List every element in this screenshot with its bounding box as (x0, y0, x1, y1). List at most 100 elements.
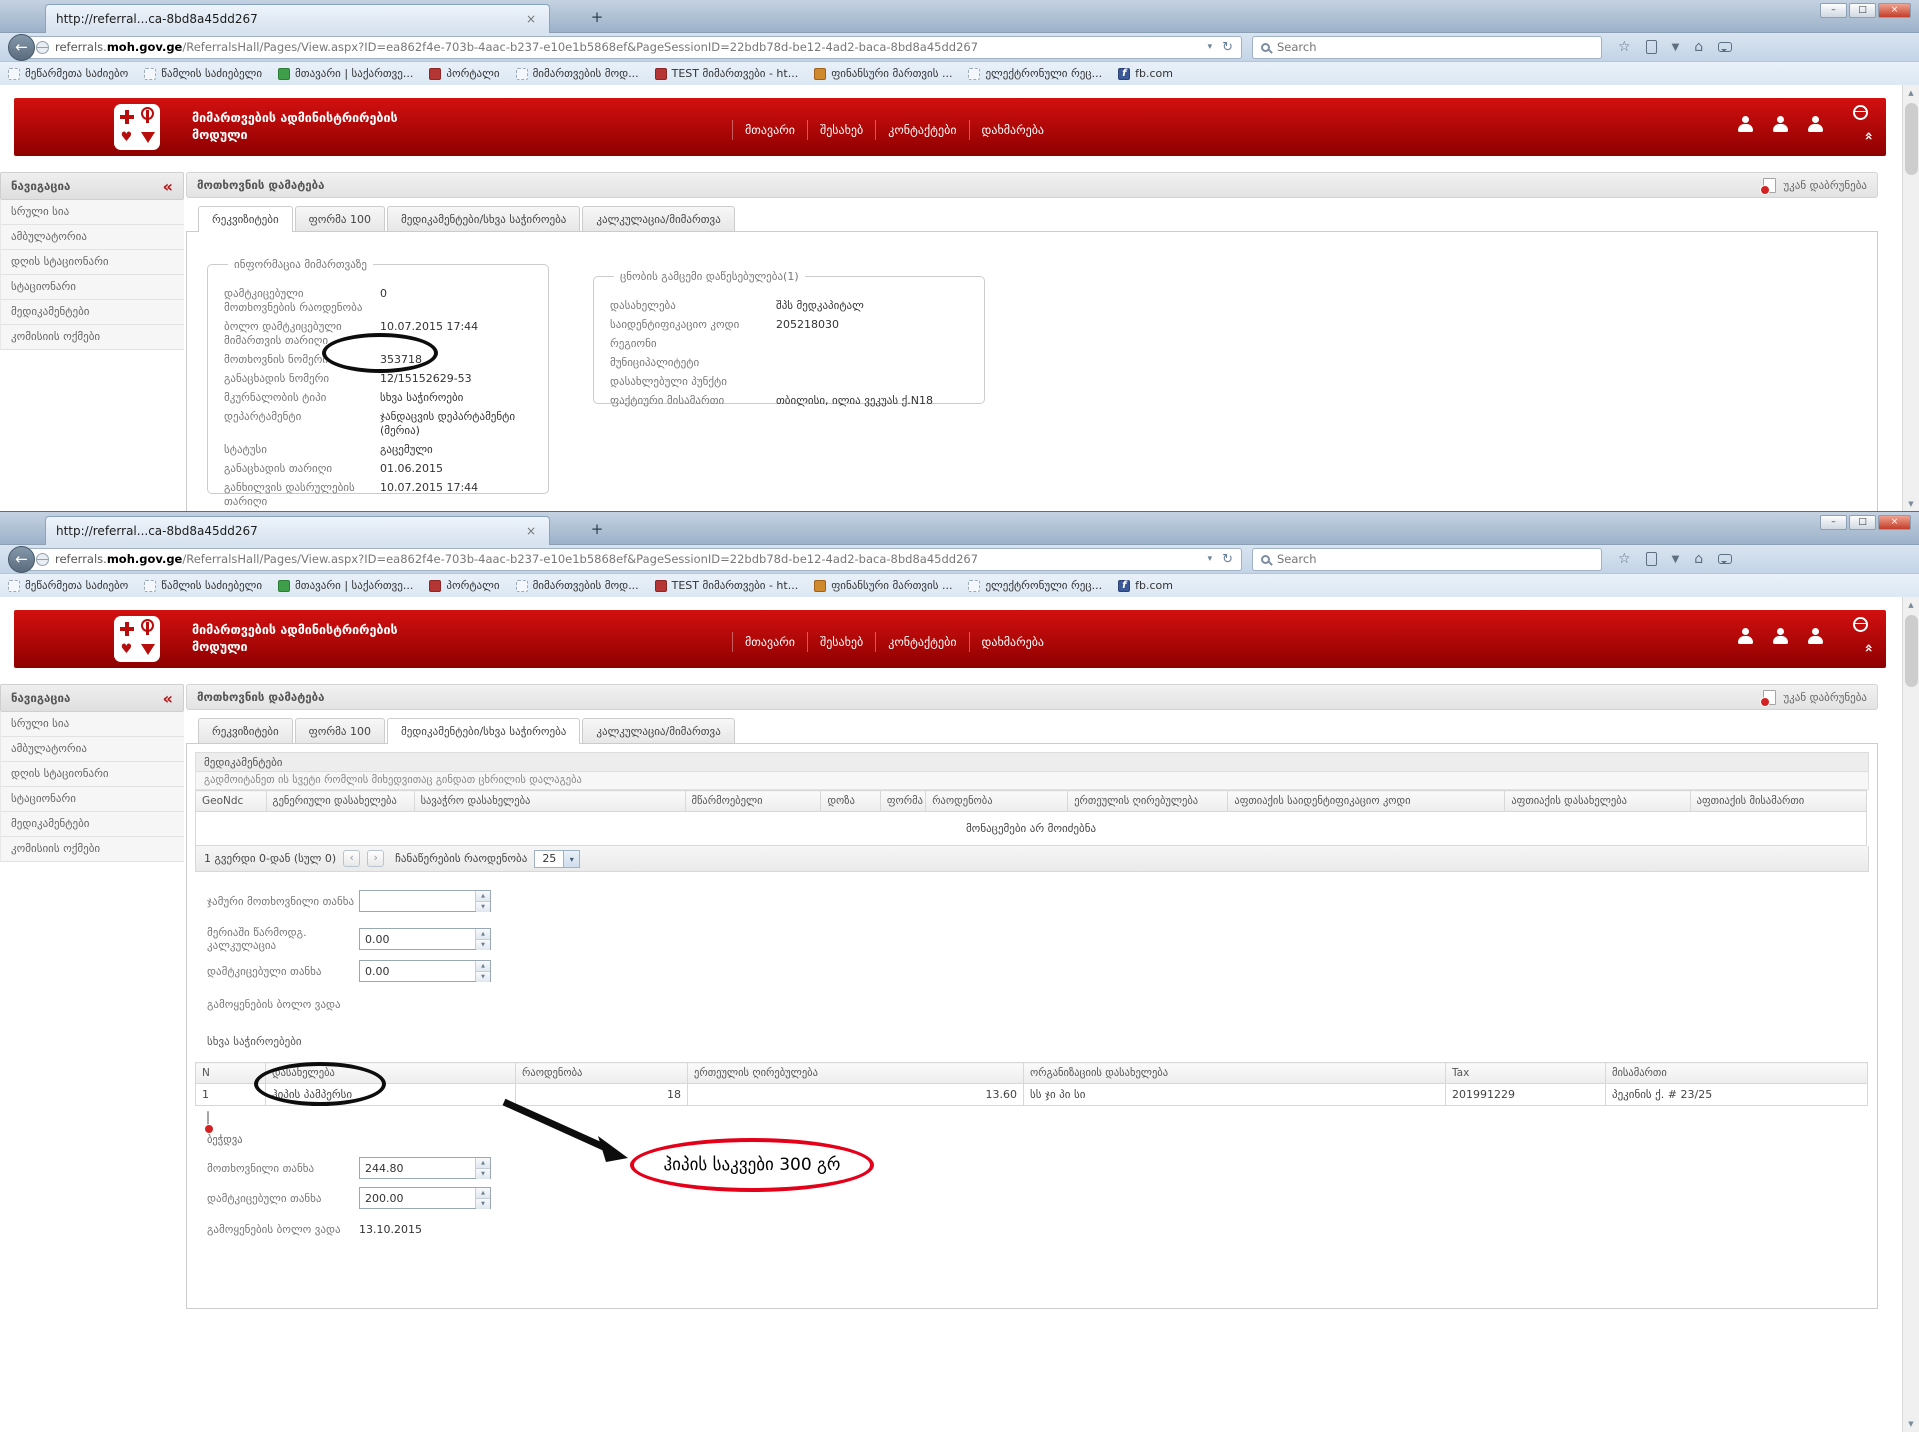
bookmark-item[interactable]: მთავარი | საქართვე... (278, 579, 413, 592)
app-nav-item[interactable]: დახმარება (969, 632, 1057, 652)
sidebar-item[interactable]: მედიკამენტები (0, 300, 184, 325)
approved-amount-input[interactable]: ▲▼ (359, 960, 491, 982)
chat-icon[interactable] (1718, 554, 1732, 564)
spin-down-icon[interactable]: ▼ (476, 1199, 490, 1209)
amount-input[interactable] (360, 891, 475, 911)
sidebar-collapse-icon[interactable]: « (163, 177, 173, 196)
column-header[interactable]: GeoNdc (196, 791, 267, 812)
app-nav-item[interactable]: მთავარი (732, 632, 807, 652)
users-icon[interactable] (1772, 628, 1789, 644)
sidebar-item[interactable]: დღის სტაციონარი (0, 762, 184, 787)
spin-up-icon[interactable]: ▲ (476, 961, 490, 972)
vertical-scrollbar[interactable]: ▲ ▼ (1902, 597, 1919, 1432)
table-row[interactable]: 1 ჰიპის პამპერსი 18 13.60 სს ჯი პი სი 20… (196, 1084, 1868, 1106)
spin-up-icon[interactable]: ▲ (476, 929, 490, 940)
scrollbar-thumb[interactable] (1905, 615, 1918, 687)
vertical-scrollbar[interactable]: ▲ ▼ (1902, 85, 1919, 512)
requested-amount-input[interactable]: ▲▼ (359, 1157, 491, 1179)
delete-row-icon[interactable] (207, 1111, 209, 1132)
tab-medications[interactable]: მედიკამენტები/სხვა საჭიროება (387, 718, 580, 744)
user-icon[interactable] (1737, 628, 1754, 644)
column-header[interactable]: ერთეულის ღირებულება (688, 1063, 1024, 1084)
back-icon[interactable]: ← (8, 34, 35, 61)
bookmark-item[interactable]: მიმართვების მოდ... (516, 579, 639, 592)
sidebar-item[interactable]: დღის სტაციონარი (0, 250, 184, 275)
go-back-button[interactable]: უკან დაბრუნება (1763, 178, 1867, 193)
scroll-up-icon[interactable]: ▲ (1903, 597, 1919, 613)
bookmark-star-icon[interactable]: ☆ (1618, 551, 1631, 567)
app-nav-item[interactable]: კონტაქტები (875, 120, 968, 140)
column-header[interactable]: სავაჭრო დასახელება (414, 791, 685, 812)
collapse-header-icon[interactable]: « (1860, 643, 1876, 652)
scroll-down-icon[interactable]: ▼ (1903, 496, 1919, 512)
url-dropdown-icon[interactable]: ▾ (1208, 42, 1213, 52)
sidebar-item[interactable]: ამბულატორია (0, 225, 184, 250)
sidebar-item[interactable]: კომისიის ოქმები (0, 325, 184, 350)
home-icon[interactable]: ⌂ (1694, 551, 1703, 567)
new-tab-button[interactable]: + (584, 520, 610, 540)
column-header[interactable]: რაოდენობა (926, 791, 1068, 812)
sidebar-collapse-icon[interactable]: « (163, 689, 173, 708)
column-header[interactable]: დოზა (821, 791, 880, 812)
clipboard-icon[interactable] (1646, 40, 1657, 54)
bookmark-item[interactable]: მეწარმეთა საძიებო (8, 67, 128, 80)
scroll-up-icon[interactable]: ▲ (1903, 85, 1919, 101)
app-nav-item[interactable]: კონტაქტები (875, 632, 968, 652)
tab-form-100[interactable]: ფორმა 100 (295, 206, 385, 231)
user-add-icon[interactable] (1807, 116, 1824, 132)
browser-tab[interactable]: http://referral...ca-8bd8a45dd267 × (45, 4, 550, 33)
sidebar-item[interactable]: კომისიის ოქმები (0, 837, 184, 862)
sidebar-item[interactable]: მედიკამენტები (0, 812, 184, 837)
sidebar-item[interactable]: სტაციონარი (0, 275, 184, 300)
downloads-icon[interactable]: ▼ (1672, 554, 1680, 565)
app-nav-item[interactable]: მთავარი (732, 120, 807, 140)
sidebar-item[interactable]: ამბულატორია (0, 737, 184, 762)
app-nav-item[interactable]: დახმარება (969, 120, 1057, 140)
chat-icon[interactable] (1718, 42, 1732, 52)
go-back-button[interactable]: უკან დაბრუნება (1763, 690, 1867, 705)
sidebar-item[interactable]: სრული სია (0, 712, 184, 737)
bookmark-item[interactable]: წამლის საძიებელი (144, 579, 262, 592)
sidebar-item[interactable]: სტაციონარი (0, 787, 184, 812)
language-globe-icon[interactable] (1853, 105, 1868, 120)
bookmark-item[interactable]: ფინანსური მართვის ... (814, 579, 952, 592)
spinner-buttons[interactable]: ▲▼ (475, 891, 490, 911)
prev-page-button[interactable]: ‹ (343, 850, 360, 867)
column-header[interactable]: ერთეულის ღირებულება (1068, 791, 1228, 812)
home-icon[interactable]: ⌂ (1694, 39, 1703, 55)
sidebar-item[interactable]: სრული სია (0, 200, 184, 225)
total-requested-amount-input[interactable]: ▲▼ (359, 890, 491, 912)
new-tab-button[interactable]: + (584, 8, 610, 28)
tab-requisites[interactable]: რეკვიზიტები (198, 718, 293, 743)
column-header[interactable]: მისამართი (1606, 1063, 1868, 1084)
spin-down-icon[interactable]: ▼ (476, 1169, 490, 1179)
spinner-buttons[interactable]: ▲▼ (475, 1188, 490, 1208)
window-titlebar[interactable]: http://referral...ca-8bd8a45dd267 × + – … (0, 0, 1919, 33)
bookmark-item[interactable]: მეწარმეთა საძიებო (8, 579, 128, 592)
reload-icon[interactable]: ↻ (1218, 552, 1233, 567)
users-icon[interactable] (1772, 116, 1789, 132)
search-input[interactable] (1277, 40, 1593, 54)
clipboard-icon[interactable] (1646, 552, 1657, 566)
collapse-header-icon[interactable]: « (1860, 131, 1876, 140)
column-header[interactable]: რაოდენობა (516, 1063, 688, 1084)
browser-tab[interactable]: http://referral...ca-8bd8a45dd267 × (45, 516, 550, 545)
reload-icon[interactable]: ↻ (1218, 40, 1233, 55)
search-box[interactable] (1252, 548, 1602, 571)
url-bar[interactable]: referrals.moh.gov.ge/ReferralsHall/Pages… (27, 36, 1242, 59)
bookmark-item[interactable]: TEST მიმართვები - ht... (655, 67, 799, 80)
bookmark-star-icon[interactable]: ☆ (1618, 39, 1631, 55)
spin-down-icon[interactable]: ▼ (476, 940, 490, 950)
url-dropdown-icon[interactable]: ▾ (1208, 554, 1213, 564)
minimize-button[interactable]: – (1820, 3, 1847, 18)
close-button[interactable]: × (1878, 515, 1911, 530)
maximize-button[interactable]: □ (1849, 3, 1876, 18)
minimize-button[interactable]: – (1820, 515, 1847, 530)
spinner-buttons[interactable]: ▲▼ (475, 1158, 490, 1178)
column-header[interactable]: Tax (1446, 1063, 1606, 1084)
amount-input[interactable] (360, 1188, 475, 1208)
next-page-button[interactable]: › (367, 850, 384, 867)
bookmark-item[interactable]: პორტალი (429, 67, 499, 80)
tab-close-icon[interactable]: × (523, 524, 539, 538)
bookmark-item[interactable]: ფინანსური მართვის ... (814, 67, 952, 80)
